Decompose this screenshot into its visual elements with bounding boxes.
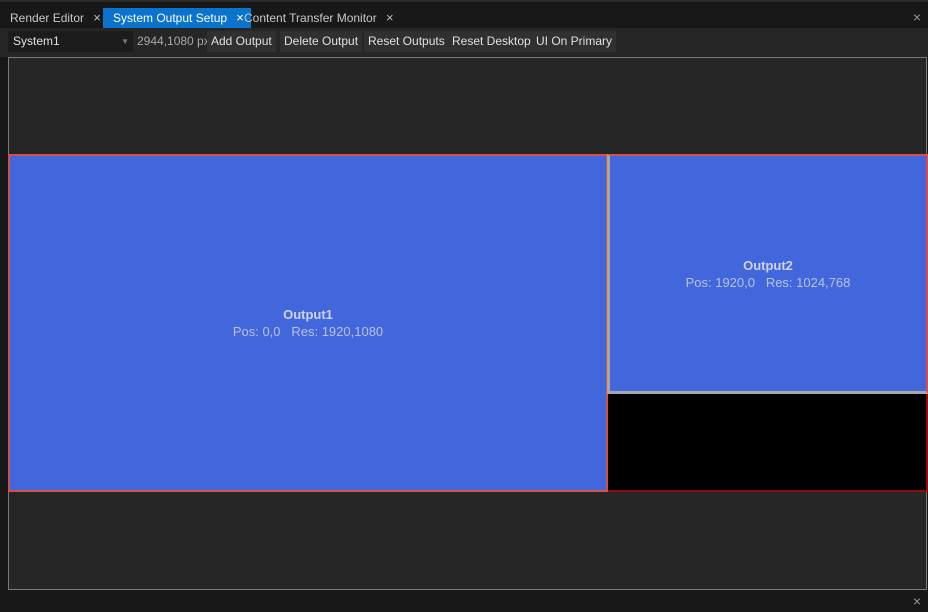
tab-label: Content Transfer Monitor xyxy=(244,11,377,25)
output-name: Output1 xyxy=(283,307,333,322)
tab-bar: Render Editor × System Output Setup × Cont… xyxy=(0,0,928,28)
reset-outputs-button[interactable]: Reset Outputs xyxy=(364,31,449,52)
tab-label: System Output Setup xyxy=(113,11,228,25)
output-name: Output2 xyxy=(743,258,793,273)
desktop-size-label: 2944,1080 px xyxy=(137,34,210,48)
add-output-button[interactable]: Add Output xyxy=(207,31,276,52)
output2-rect[interactable]: Output2 Pos: 1920,0 Res: 1024,768 xyxy=(607,154,928,394)
tab-render-editor[interactable]: Render Editor × xyxy=(0,8,104,28)
output1-rect[interactable]: Output1 Pos: 0,0 Res: 1920,1080 xyxy=(8,154,608,492)
tab-content-transfer-monitor[interactable]: Content Transfer Monitor × xyxy=(234,8,397,28)
output-info: Pos: 0,0 Res: 1920,1080 xyxy=(232,324,384,339)
bottom-bar: × xyxy=(0,590,928,612)
tab-system-output-setup[interactable]: System Output Setup × xyxy=(103,8,252,28)
reset-desktop-button[interactable]: Reset Desktop xyxy=(448,31,535,52)
close-icon[interactable]: × xyxy=(910,594,924,608)
system-select-value: System1 xyxy=(13,34,60,48)
delete-output-button[interactable]: Delete Output xyxy=(280,31,363,52)
system-select[interactable]: System1 ▼ xyxy=(8,31,133,52)
tab-label: Render Editor xyxy=(10,11,85,25)
close-icon[interactable]: × xyxy=(383,8,397,28)
ui-on-primary-button[interactable]: UI On Primary xyxy=(532,31,617,52)
output-info: Pos: 1920,0 Res: 1024,768 xyxy=(685,275,851,290)
desktop-empty-area xyxy=(608,393,928,492)
close-icon[interactable]: × xyxy=(90,8,104,28)
chevron-down-icon: ▼ xyxy=(121,37,129,46)
close-panel-icon[interactable]: × xyxy=(910,10,924,24)
toolbar: System1 ▼ 2944,1080 px Add Output Delete… xyxy=(0,28,928,57)
